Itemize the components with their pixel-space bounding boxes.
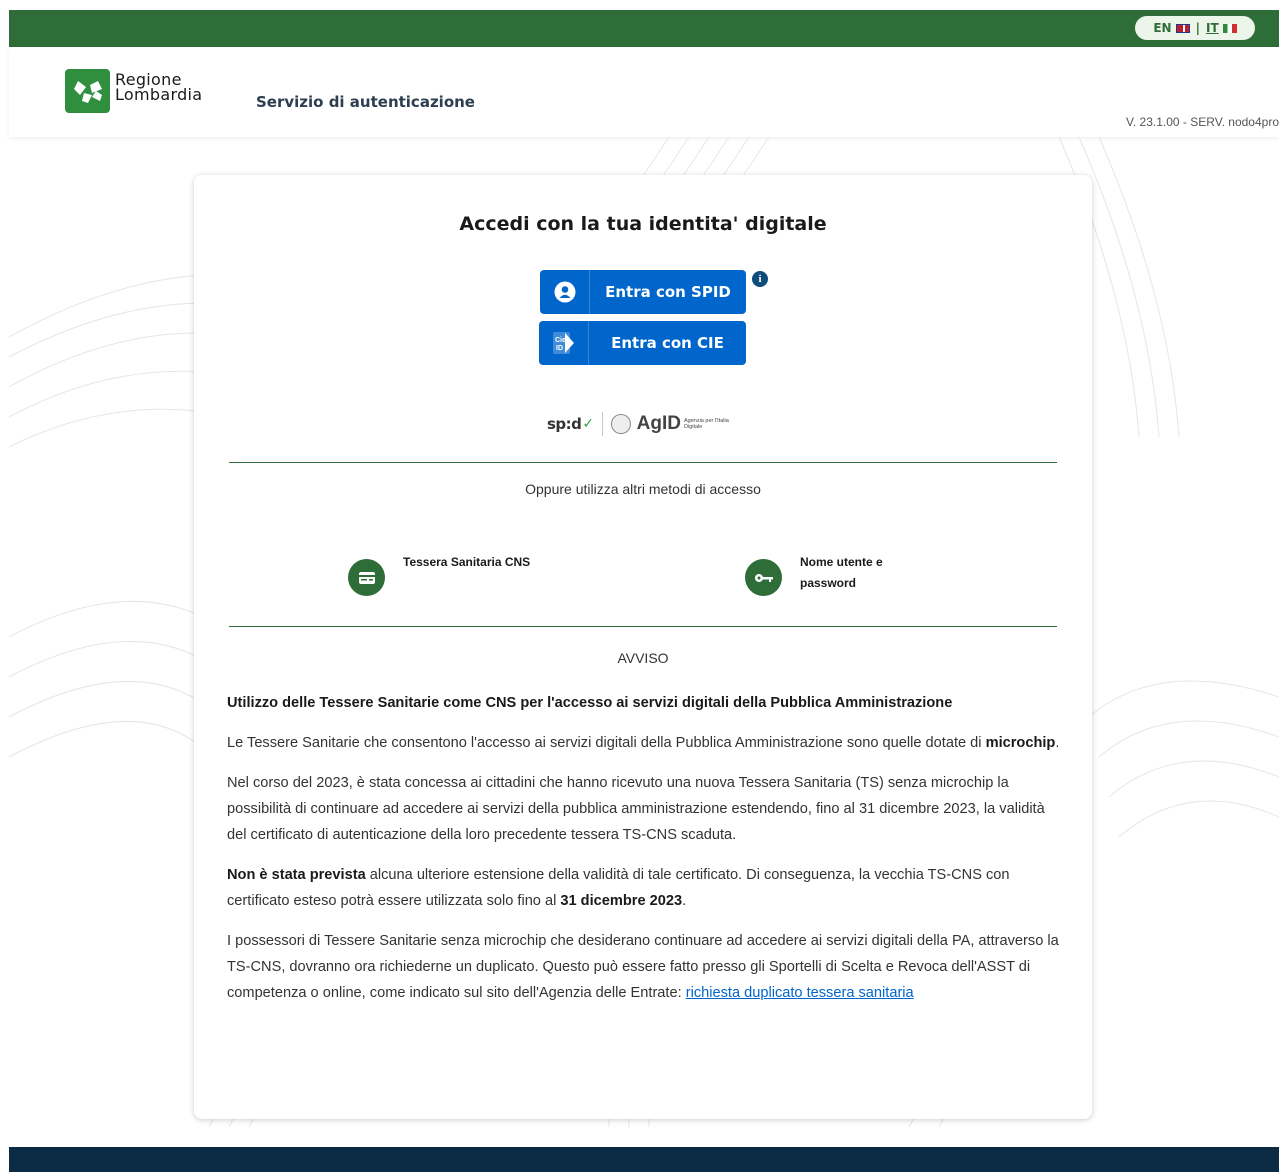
password-option-label: Nome utente e password xyxy=(800,555,883,590)
lang-it-label: IT xyxy=(1205,21,1219,35)
notice-bold: Non è stata prevista xyxy=(227,867,366,883)
notice-text: . xyxy=(682,893,687,909)
notice-paragraph: Nel corso del 2023, è stata concessa ai … xyxy=(227,775,1045,843)
spid-check-icon: ✓ xyxy=(582,416,595,432)
cns-option-label: Tessera Sanitaria CNS xyxy=(403,555,531,569)
divider xyxy=(229,462,1057,463)
language-switcher: EN | IT xyxy=(1135,16,1255,40)
top-bar: EN | IT xyxy=(9,10,1279,47)
notice-heading: AVVISO xyxy=(617,650,669,666)
notice-paragraph: I possessori di Tessere Sanitarie senza … xyxy=(227,928,1067,1006)
header: Regione Lombardia Servizio di autenticaz… xyxy=(9,47,1279,137)
cie-id-icon: Cie ID xyxy=(539,321,589,365)
notice-text: I possessori di Tessere Sanitarie senza … xyxy=(227,933,1059,1001)
notice-body: Utilizzo delle Tessere Sanitarie come CN… xyxy=(227,690,1067,1020)
footer xyxy=(9,1147,1279,1172)
card-title: Accedi con la tua identita' digitale xyxy=(459,213,827,235)
agid-emblem-icon xyxy=(611,414,631,434)
info-icon[interactable]: i xyxy=(752,271,768,287)
agid-logo: AgID xyxy=(636,413,681,434)
cie-login-button[interactable]: Cie ID Entra con CIE xyxy=(539,321,746,365)
logo-text: Regione Lombardia xyxy=(115,72,203,104)
lang-separator: | xyxy=(1195,21,1200,35)
notice-headline: Utilizzo delle Tessere Sanitarie come CN… xyxy=(227,695,953,711)
notice-bold: microchip xyxy=(985,735,1056,751)
page: EN | IT Regione Lombardia Servizio di au… xyxy=(9,10,1279,1172)
notice-paragraph: Non è stata prevista alcuna ulteriore es… xyxy=(227,862,1067,914)
spid-button-label: Entra con SPID xyxy=(605,283,731,301)
spid-login-button[interactable]: Entra con SPID xyxy=(540,270,746,314)
svg-text:Cie: Cie xyxy=(555,337,566,344)
password-login-option[interactable]: Nome utente e password xyxy=(745,555,883,596)
notice-text: . xyxy=(1055,735,1060,751)
spid-user-icon xyxy=(540,270,590,314)
spid-agid-logos: sp:d ✓ AgID Agenzia per l'Italia Digital… xyxy=(547,411,747,437)
notice-text: Le Tessere Sanitarie che consentono l'ac… xyxy=(227,735,986,751)
lang-en-label: EN xyxy=(1153,21,1172,35)
key-icon xyxy=(745,559,782,596)
divider xyxy=(229,626,1057,627)
italy-flag-icon xyxy=(1222,23,1237,33)
cns-login-option[interactable]: Tessera Sanitaria CNS xyxy=(348,555,530,596)
cie-button-label: Entra con CIE xyxy=(611,334,724,352)
uk-flag-icon xyxy=(1175,23,1190,33)
alt-methods-label: Oppure utilizza altri metodi di accesso xyxy=(525,481,761,497)
lang-en-link[interactable]: EN xyxy=(1153,21,1190,35)
spid-logo: sp:d xyxy=(547,415,582,433)
svg-text:ID: ID xyxy=(556,345,563,352)
card-icon xyxy=(348,559,385,596)
regione-lombardia-logo-icon[interactable] xyxy=(65,69,110,113)
lang-it-link[interactable]: IT xyxy=(1206,21,1237,35)
brand-separator xyxy=(602,412,604,436)
login-card: Accedi con la tua identita' digitale Ent… xyxy=(194,175,1092,1119)
duplicate-card-link[interactable]: richiesta duplicato tessera sanitaria xyxy=(686,985,914,1001)
notice-bold: 31 dicembre 2023 xyxy=(560,893,683,909)
service-title: Servizio di autenticazione xyxy=(256,93,475,111)
agid-subtitle: Agenzia per l'Italia Digitale xyxy=(683,418,729,430)
logo-line2: Lombardia xyxy=(115,85,203,104)
version-label: V. 23.1.00 - SERV. nodo4pro xyxy=(1125,115,1279,129)
notice-paragraph: Le Tessere Sanitarie che consentono l'ac… xyxy=(227,730,1067,756)
